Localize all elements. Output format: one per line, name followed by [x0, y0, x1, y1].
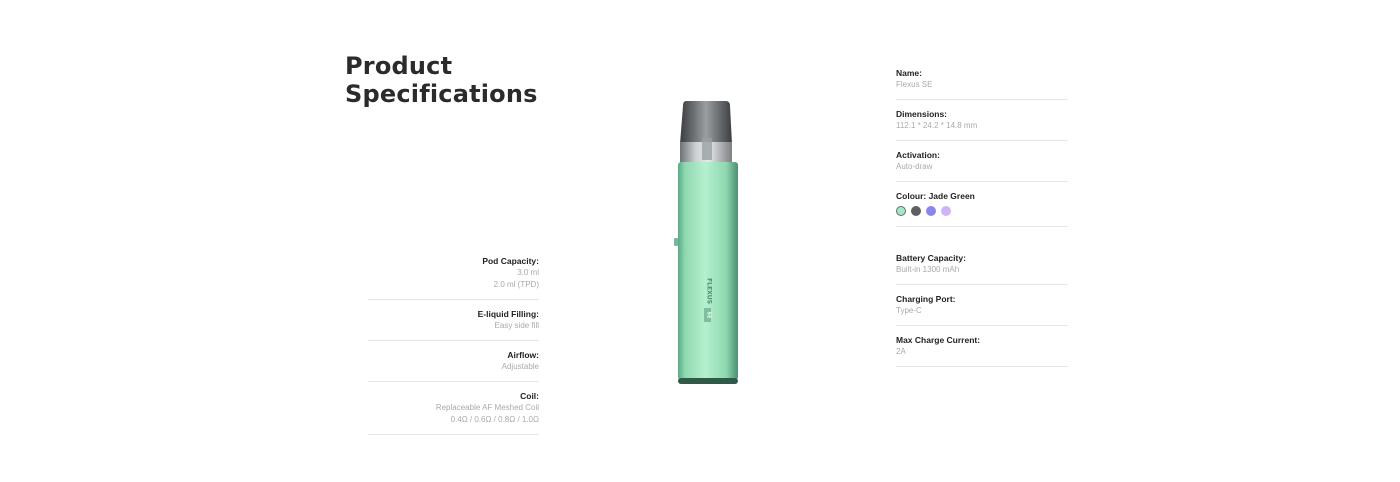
- spec-value: 0.4Ω / 0.6Ω / 0.8Ω / 1.0Ω: [450, 415, 539, 424]
- colour-swatch-lavender[interactable]: [941, 206, 951, 216]
- device-model-logo: SE: [706, 311, 712, 319]
- right-spec-list-top: Name: Flexus SE Dimensions: 112.1 * 24.2…: [896, 67, 1068, 235]
- spec-label: E-liquid Filling:: [477, 309, 539, 319]
- spec-value: Built-in 1300 mAh: [896, 265, 960, 274]
- colour-label: Colour: Jade Green: [896, 191, 975, 201]
- spec-activation: Activation: Auto-draw: [896, 149, 1068, 182]
- device-brand-logo: FLEXUS: [706, 278, 713, 304]
- spec-label: Activation:: [896, 150, 940, 160]
- device-body: [678, 162, 738, 380]
- spec-label: Dimensions:: [896, 109, 948, 119]
- spec-name: Name: Flexus SE: [896, 67, 1068, 100]
- spec-label: Coil:: [520, 391, 539, 401]
- spec-value: 112.1 * 24.2 * 14.8 mm: [896, 121, 978, 130]
- spec-label: Name:: [896, 68, 922, 78]
- spec-label: Charging Port:: [896, 294, 956, 304]
- spec-max-charge-current: Max Charge Current: 2A: [896, 334, 1068, 367]
- colour-swatch-blue[interactable]: [926, 206, 936, 216]
- spec-value: 3.0 ml: [517, 268, 539, 277]
- spec-value: 2.0 ml (TPD): [493, 280, 539, 289]
- colour-swatch-group: [896, 206, 1068, 218]
- page-title-line-2: Specifications: [345, 80, 538, 108]
- product-device-image: FLEXUS SE: [674, 101, 738, 384]
- spec-value: 2A: [896, 347, 906, 356]
- left-spec-list: Pod Capacity: 3.0 ml 2.0 ml (TPD) E-liqu…: [368, 255, 539, 443]
- colour-swatch-jade-green[interactable]: [896, 206, 906, 216]
- spec-label: Pod Capacity:: [482, 256, 539, 266]
- spec-battery-capacity: Battery Capacity: Built-in 1300 mAh: [896, 252, 1068, 285]
- spec-value: Adjustable: [501, 362, 539, 371]
- spec-dimensions: Dimensions: 112.1 * 24.2 * 14.8 mm: [896, 108, 1068, 141]
- spec-value: Replaceable AF Meshed Coil: [435, 403, 539, 412]
- spec-charging-port: Charging Port: Type-C: [896, 293, 1068, 326]
- spec-value: Easy side fill: [494, 321, 539, 330]
- spec-airflow: Airflow: Adjustable: [368, 349, 539, 382]
- spec-value: Type-C: [896, 306, 922, 315]
- spec-coil: Coil: Replaceable AF Meshed Coil 0.4Ω / …: [368, 390, 539, 435]
- spec-value: Flexus SE: [896, 80, 933, 89]
- spec-label: Max Charge Current:: [896, 335, 981, 345]
- spec-value: Auto-draw: [896, 162, 933, 171]
- mouthpiece: [680, 101, 732, 144]
- spec-eliquid-filling: E-liquid Filling: Easy side fill: [368, 308, 539, 341]
- spec-label: Airflow:: [507, 350, 539, 360]
- page-title-line-1: Product: [345, 52, 453, 80]
- right-spec-list-bottom: Battery Capacity: Built-in 1300 mAh Char…: [896, 252, 1068, 375]
- colour-swatch-dark-grey[interactable]: [911, 206, 921, 216]
- spec-pod-capacity: Pod Capacity: 3.0 ml 2.0 ml (TPD): [368, 255, 539, 300]
- spec-colour: Colour: Jade Green: [896, 190, 1068, 227]
- spec-label: Battery Capacity:: [896, 253, 966, 263]
- page-title: Product Specifications: [345, 52, 538, 108]
